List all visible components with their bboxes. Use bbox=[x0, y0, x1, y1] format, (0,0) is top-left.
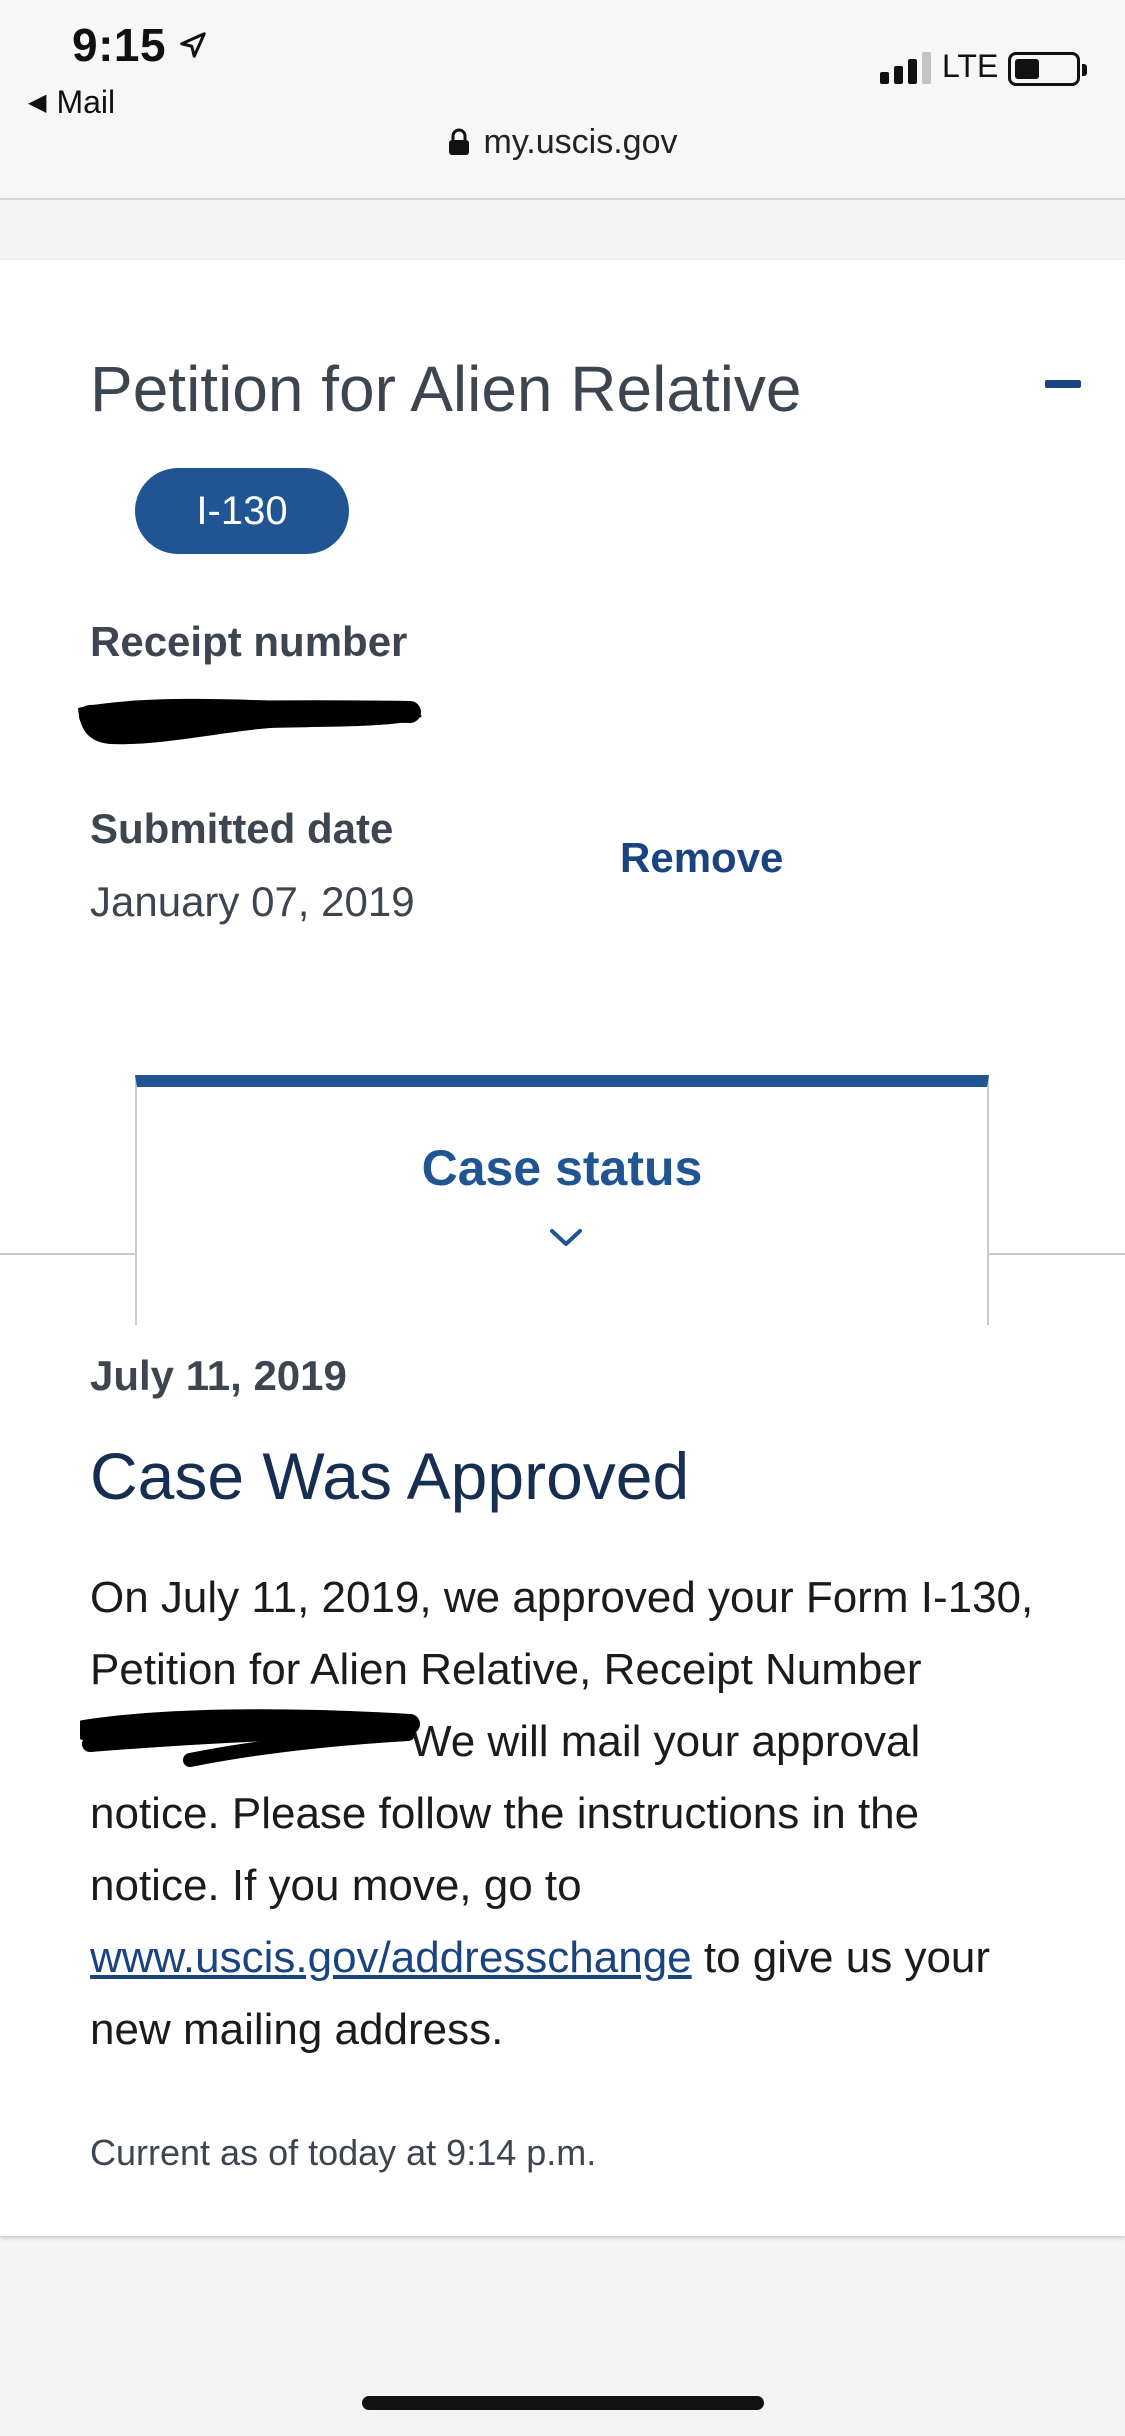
submitted-date-label: Submitted date bbox=[90, 805, 394, 852]
case-card: Petition for Alien Relative I-130 Receip… bbox=[0, 260, 1125, 2236]
status-text-part1: On July 11, 2019, we approved your Form … bbox=[90, 1573, 1034, 1694]
collapse-minus-icon[interactable] bbox=[1045, 380, 1081, 388]
signal-icon bbox=[880, 52, 931, 84]
status-heading: Case Was Approved bbox=[90, 1439, 690, 1513]
back-app-label: Mail bbox=[56, 84, 116, 120]
case-title: Petition for Alien Relative bbox=[90, 353, 802, 425]
redaction-scribble bbox=[78, 698, 422, 745]
location-arrow-icon bbox=[180, 32, 206, 58]
battery-icon bbox=[1008, 52, 1087, 86]
submitted-date-value: January 07, 2019 bbox=[90, 878, 415, 925]
carrier-label: LTE bbox=[942, 48, 999, 84]
clock-time: 9:15 bbox=[72, 19, 167, 71]
last-updated-text: Current as of today at 9:14 p.m. bbox=[90, 2132, 597, 2173]
chevron-down-icon bbox=[550, 1229, 582, 1246]
browser-status-bar: 9:15 ◀ Mail LTE my.uscis.gov bbox=[0, 0, 1125, 200]
status-description: On July 11, 2019, we approved your Form … bbox=[80, 1562, 1050, 2066]
tab-divider-right bbox=[989, 1253, 1125, 1255]
tab-case-status[interactable]: Case status bbox=[135, 1075, 989, 1325]
back-to-app-button[interactable]: ◀ Mail bbox=[28, 84, 115, 121]
tab-case-status-label: Case status bbox=[421, 1140, 703, 1196]
url-text: my.uscis.gov bbox=[483, 122, 678, 161]
form-type-badge: I-130 bbox=[135, 468, 349, 554]
redacted-receipt-number bbox=[80, 1709, 420, 1767]
home-indicator[interactable] bbox=[362, 2396, 764, 2410]
back-triangle-icon: ◀ bbox=[28, 89, 47, 116]
tab-divider-left bbox=[0, 1253, 136, 1255]
receipt-number-label: Receipt number bbox=[90, 618, 408, 665]
remove-case-link[interactable]: Remove bbox=[620, 834, 783, 882]
address-change-link[interactable]: www.uscis.gov/addresschange bbox=[90, 1933, 692, 1982]
address-bar[interactable]: my.uscis.gov bbox=[0, 120, 1125, 164]
lock-icon bbox=[448, 128, 469, 155]
status-date: July 11, 2019 bbox=[90, 1352, 347, 1399]
